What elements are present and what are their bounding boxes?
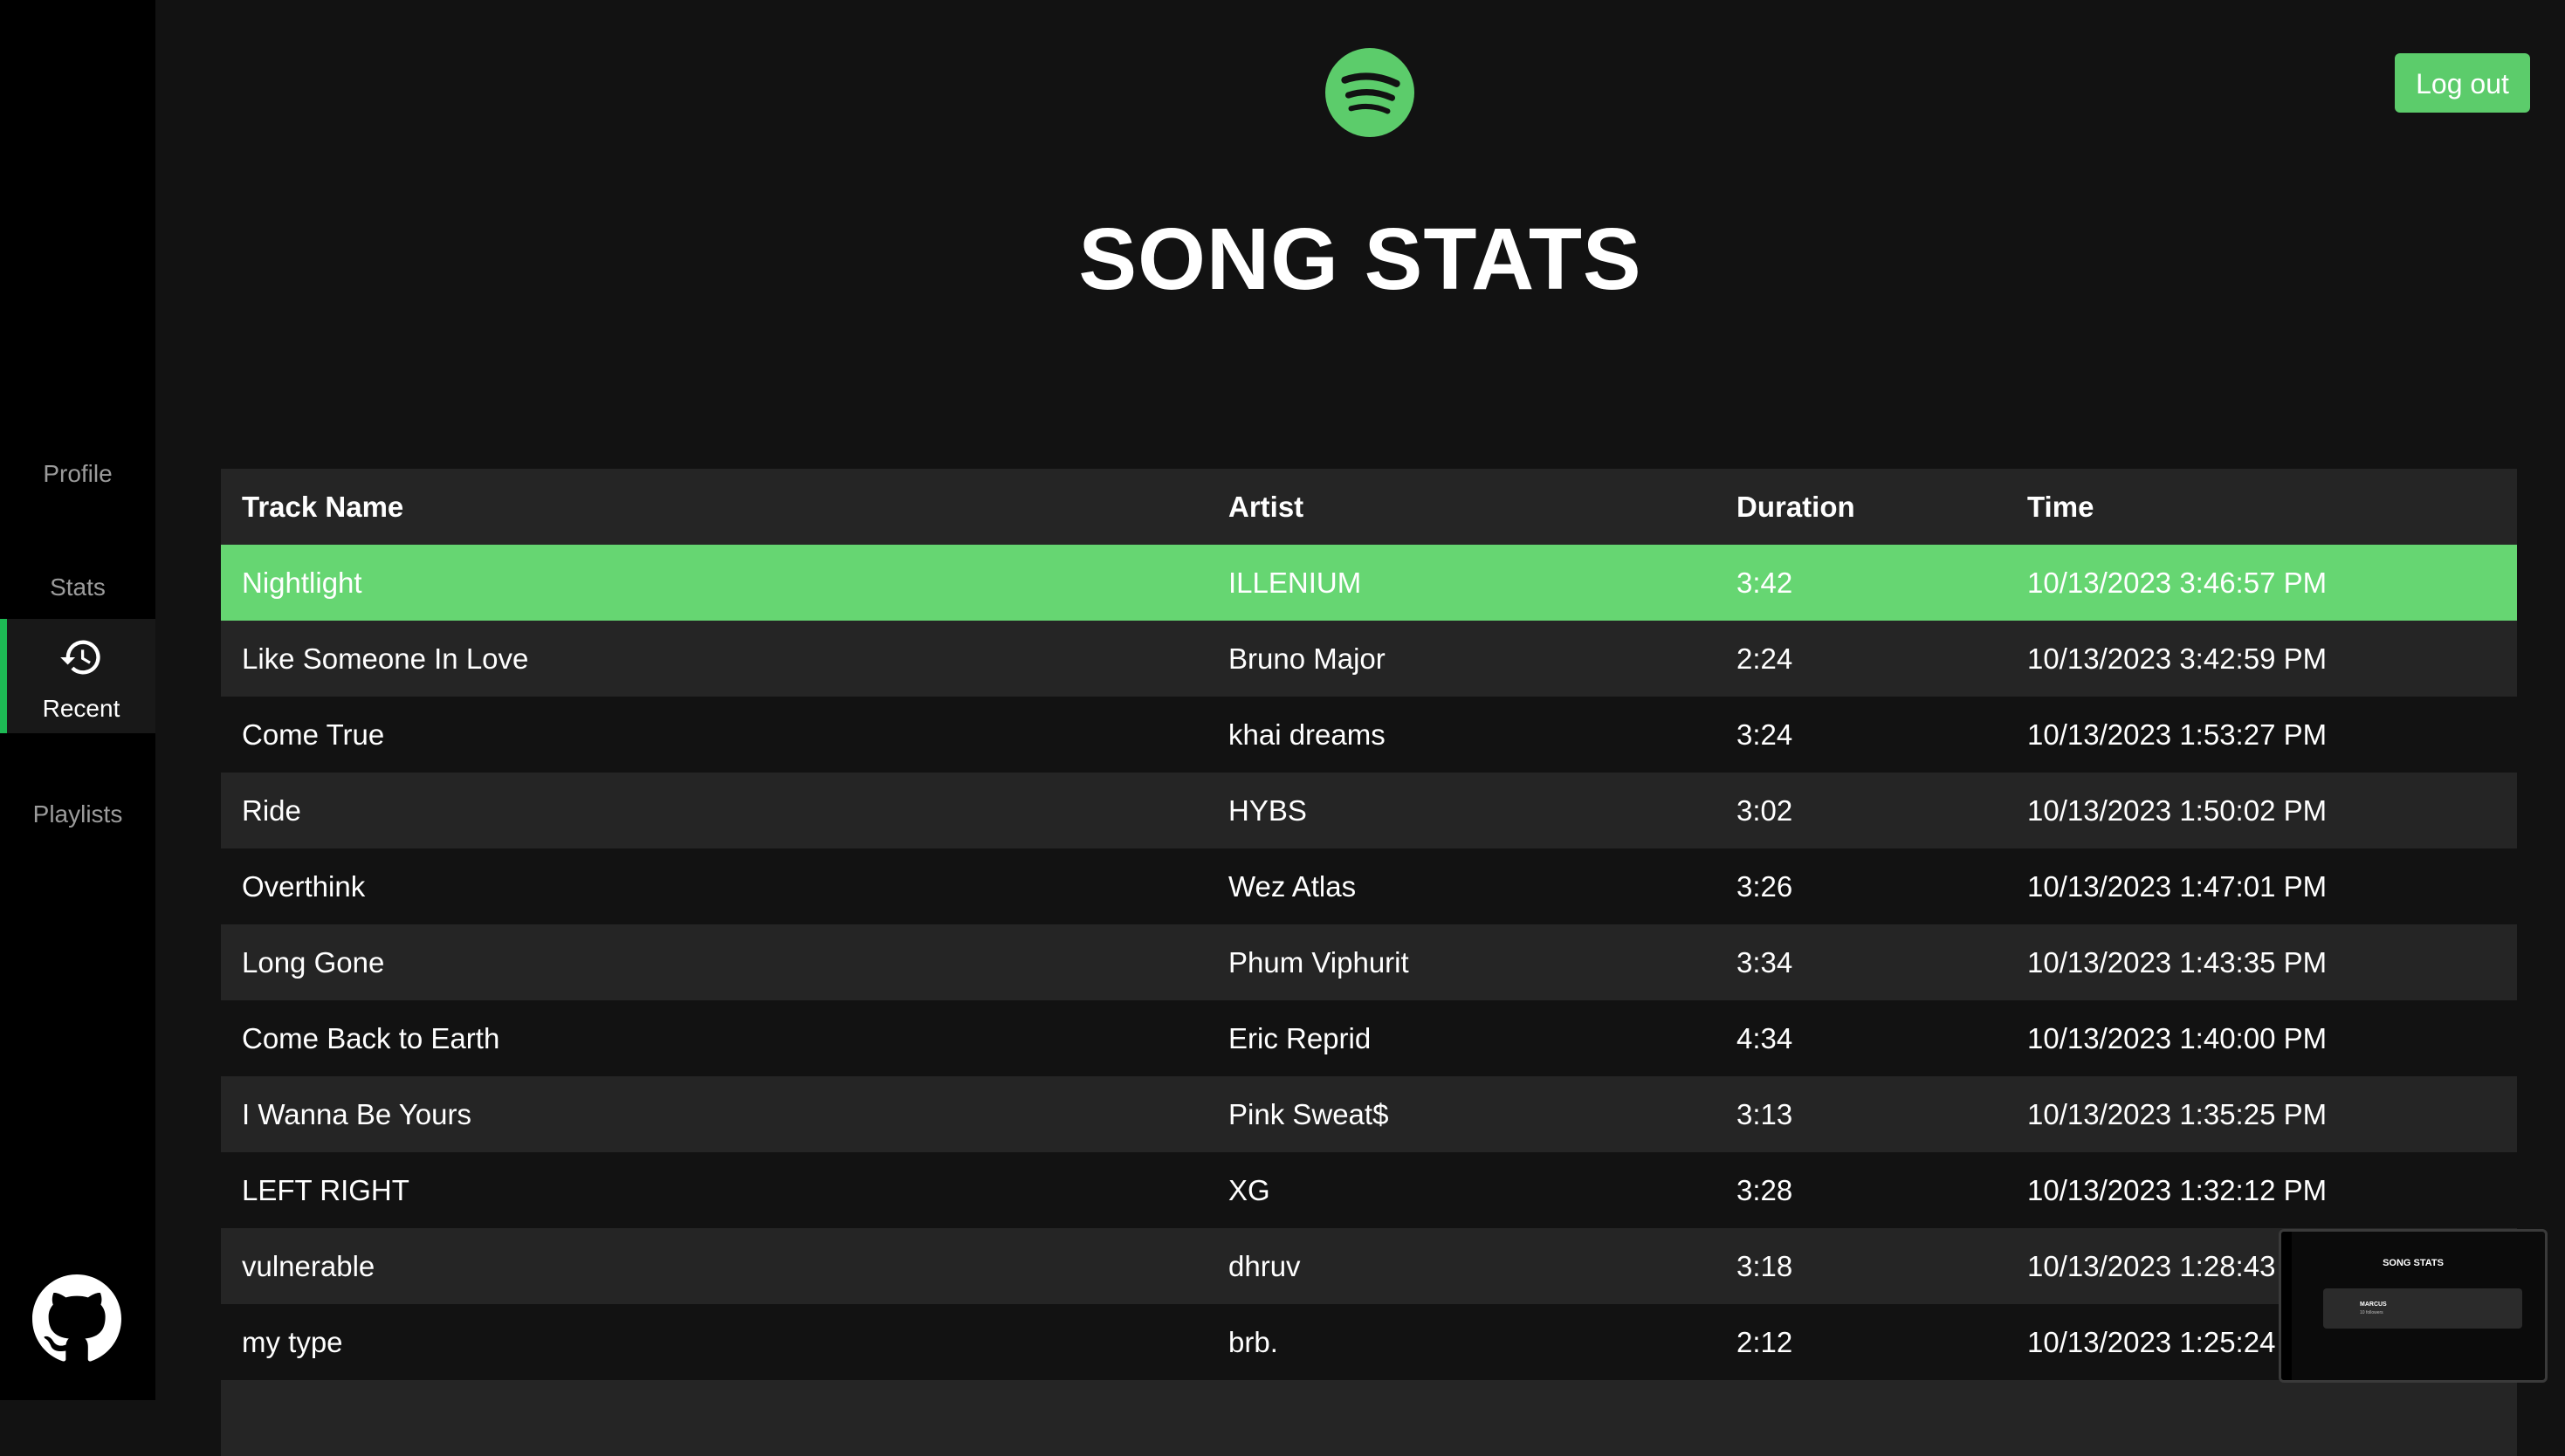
duration-cell: 4:34: [1716, 1000, 2006, 1076]
table-row[interactable]: I Wanna Be Yours Pink Sweat$ 3:13 10/13/…: [221, 1076, 2517, 1152]
artist-cell: XG: [1207, 1152, 1716, 1228]
page-title: SONG STATS: [1078, 210, 1642, 308]
track-cell: Come True: [221, 697, 1207, 773]
sidebar-item-label: Stats: [50, 573, 106, 601]
artist-cell: Phum Viphurit: [1207, 924, 1716, 1000]
duration-cell: 3:24: [1716, 697, 2006, 773]
duration-cell: 2:24: [1716, 621, 2006, 697]
window-preview-thumbnail[interactable]: SONG STATS MARCUS 10 followers: [2279, 1229, 2548, 1383]
thumbnail-title: SONG STATS: [2383, 1258, 2444, 1268]
table-row[interactable]: Come Back to Earth Eric Reprid 4:34 10/1…: [221, 1000, 2517, 1076]
artist-cell: brb.: [1207, 1304, 1716, 1380]
track-cell: Come Back to Earth: [221, 1000, 1207, 1076]
sidebar-item-playlists[interactable]: Playlists: [0, 793, 155, 836]
table-row[interactable]: Like Someone In Love Bruno Major 2:24 10…: [221, 621, 2517, 697]
table-row[interactable]: Nightlight ILLENIUM 3:42 10/13/2023 3:46…: [221, 545, 2517, 621]
artist-cell: Wez Atlas: [1207, 848, 1716, 924]
artist-cell: khai dreams: [1207, 697, 1716, 773]
table-row[interactable]: my type brb. 2:12 10/13/2023 1:25:24 PM: [221, 1304, 2517, 1380]
table-row[interactable]: [221, 1380, 2517, 1456]
sidebar: Profile Stats Recent Playlists: [0, 0, 155, 1400]
duration-cell: 3:34: [1716, 924, 2006, 1000]
time-cell: 10/13/2023 1:40:00 PM: [2006, 1000, 2517, 1076]
time-cell: 10/13/2023 1:35:25 PM: [2006, 1076, 2517, 1152]
table-row[interactable]: Overthink Wez Atlas 3:26 10/13/2023 1:47…: [221, 848, 2517, 924]
column-header-duration: Duration: [1716, 469, 2006, 545]
column-header-time: Time: [2006, 469, 2517, 545]
artist-cell: dhruv: [1207, 1228, 1716, 1304]
time-cell: 10/13/2023 1:43:35 PM: [2006, 924, 2517, 1000]
duration-cell: [1716, 1380, 2006, 1456]
artist-cell: [1207, 1380, 1716, 1456]
duration-cell: 3:13: [1716, 1076, 2006, 1152]
main-content: Log out SONG STATS Track Name Artist Dur…: [155, 0, 2565, 1456]
time-cell: 10/13/2023 3:46:57 PM: [2006, 545, 2517, 621]
artist-cell: Pink Sweat$: [1207, 1076, 1716, 1152]
column-header-artist: Artist: [1207, 469, 1716, 545]
track-cell: Nightlight: [221, 545, 1207, 621]
logout-button[interactable]: Log out: [2395, 53, 2530, 113]
track-cell: Like Someone In Love: [221, 621, 1207, 697]
time-cell: 10/13/2023 1:47:01 PM: [2006, 848, 2517, 924]
sidebar-item-stats[interactable]: Stats: [0, 566, 155, 609]
sidebar-item-recent[interactable]: Recent: [0, 619, 155, 733]
track-cell: my type: [221, 1304, 1207, 1380]
time-cell: 10/13/2023 3:42:59 PM: [2006, 621, 2517, 697]
thumbnail-profile-card: [2323, 1288, 2522, 1329]
time-cell: 10/13/2023 1:32:12 PM: [2006, 1152, 2517, 1228]
column-header-track: Track Name: [221, 469, 1207, 545]
time-cell: 10/13/2023 1:53:27 PM: [2006, 697, 2517, 773]
duration-cell: 3:42: [1716, 545, 2006, 621]
track-cell: LEFT RIGHT: [221, 1152, 1207, 1228]
duration-cell: 3:18: [1716, 1228, 2006, 1304]
artist-cell: Bruno Major: [1207, 621, 1716, 697]
track-cell: Ride: [221, 773, 1207, 848]
track-cell: Long Gone: [221, 924, 1207, 1000]
github-icon[interactable]: [32, 1274, 121, 1363]
duration-cell: 3:26: [1716, 848, 2006, 924]
table-row[interactable]: Long Gone Phum Viphurit 3:34 10/13/2023 …: [221, 924, 2517, 1000]
table-row[interactable]: vulnerable dhruv 3:18 10/13/2023 1:28:43…: [221, 1228, 2517, 1304]
spotify-logo-icon: [1325, 48, 1414, 137]
track-cell: vulnerable: [221, 1228, 1207, 1304]
thumbnail-sidebar: [2281, 1232, 2292, 1380]
sidebar-item-label: Recent: [42, 695, 120, 722]
sidebar-item-profile[interactable]: Profile: [0, 452, 155, 496]
artist-cell: ILLENIUM: [1207, 545, 1716, 621]
table-row[interactable]: Ride HYBS 3:02 10/13/2023 1:50:02 PM: [221, 773, 2517, 848]
artist-cell: HYBS: [1207, 773, 1716, 848]
time-cell: [2006, 1380, 2517, 1456]
track-cell: [221, 1380, 1207, 1456]
track-cell: Overthink: [221, 848, 1207, 924]
recent-tracks-table: Track Name Artist Duration Time Nightlig…: [221, 469, 2517, 1456]
duration-cell: 3:02: [1716, 773, 2006, 848]
thumbnail-profile-followers: 10 followers: [2360, 1310, 2383, 1315]
duration-cell: 2:12: [1716, 1304, 2006, 1380]
table-header-row: Track Name Artist Duration Time: [221, 469, 2517, 545]
history-icon: [7, 635, 155, 686]
track-cell: I Wanna Be Yours: [221, 1076, 1207, 1152]
duration-cell: 3:28: [1716, 1152, 2006, 1228]
sidebar-item-label: Profile: [43, 460, 113, 487]
table-row[interactable]: Come True khai dreams 3:24 10/13/2023 1:…: [221, 697, 2517, 773]
time-cell: 10/13/2023 1:50:02 PM: [2006, 773, 2517, 848]
thumbnail-profile-name: MARCUS: [2360, 1301, 2387, 1308]
artist-cell: Eric Reprid: [1207, 1000, 1716, 1076]
table-row[interactable]: LEFT RIGHT XG 3:28 10/13/2023 1:32:12 PM: [221, 1152, 2517, 1228]
sidebar-item-label: Playlists: [32, 800, 123, 828]
